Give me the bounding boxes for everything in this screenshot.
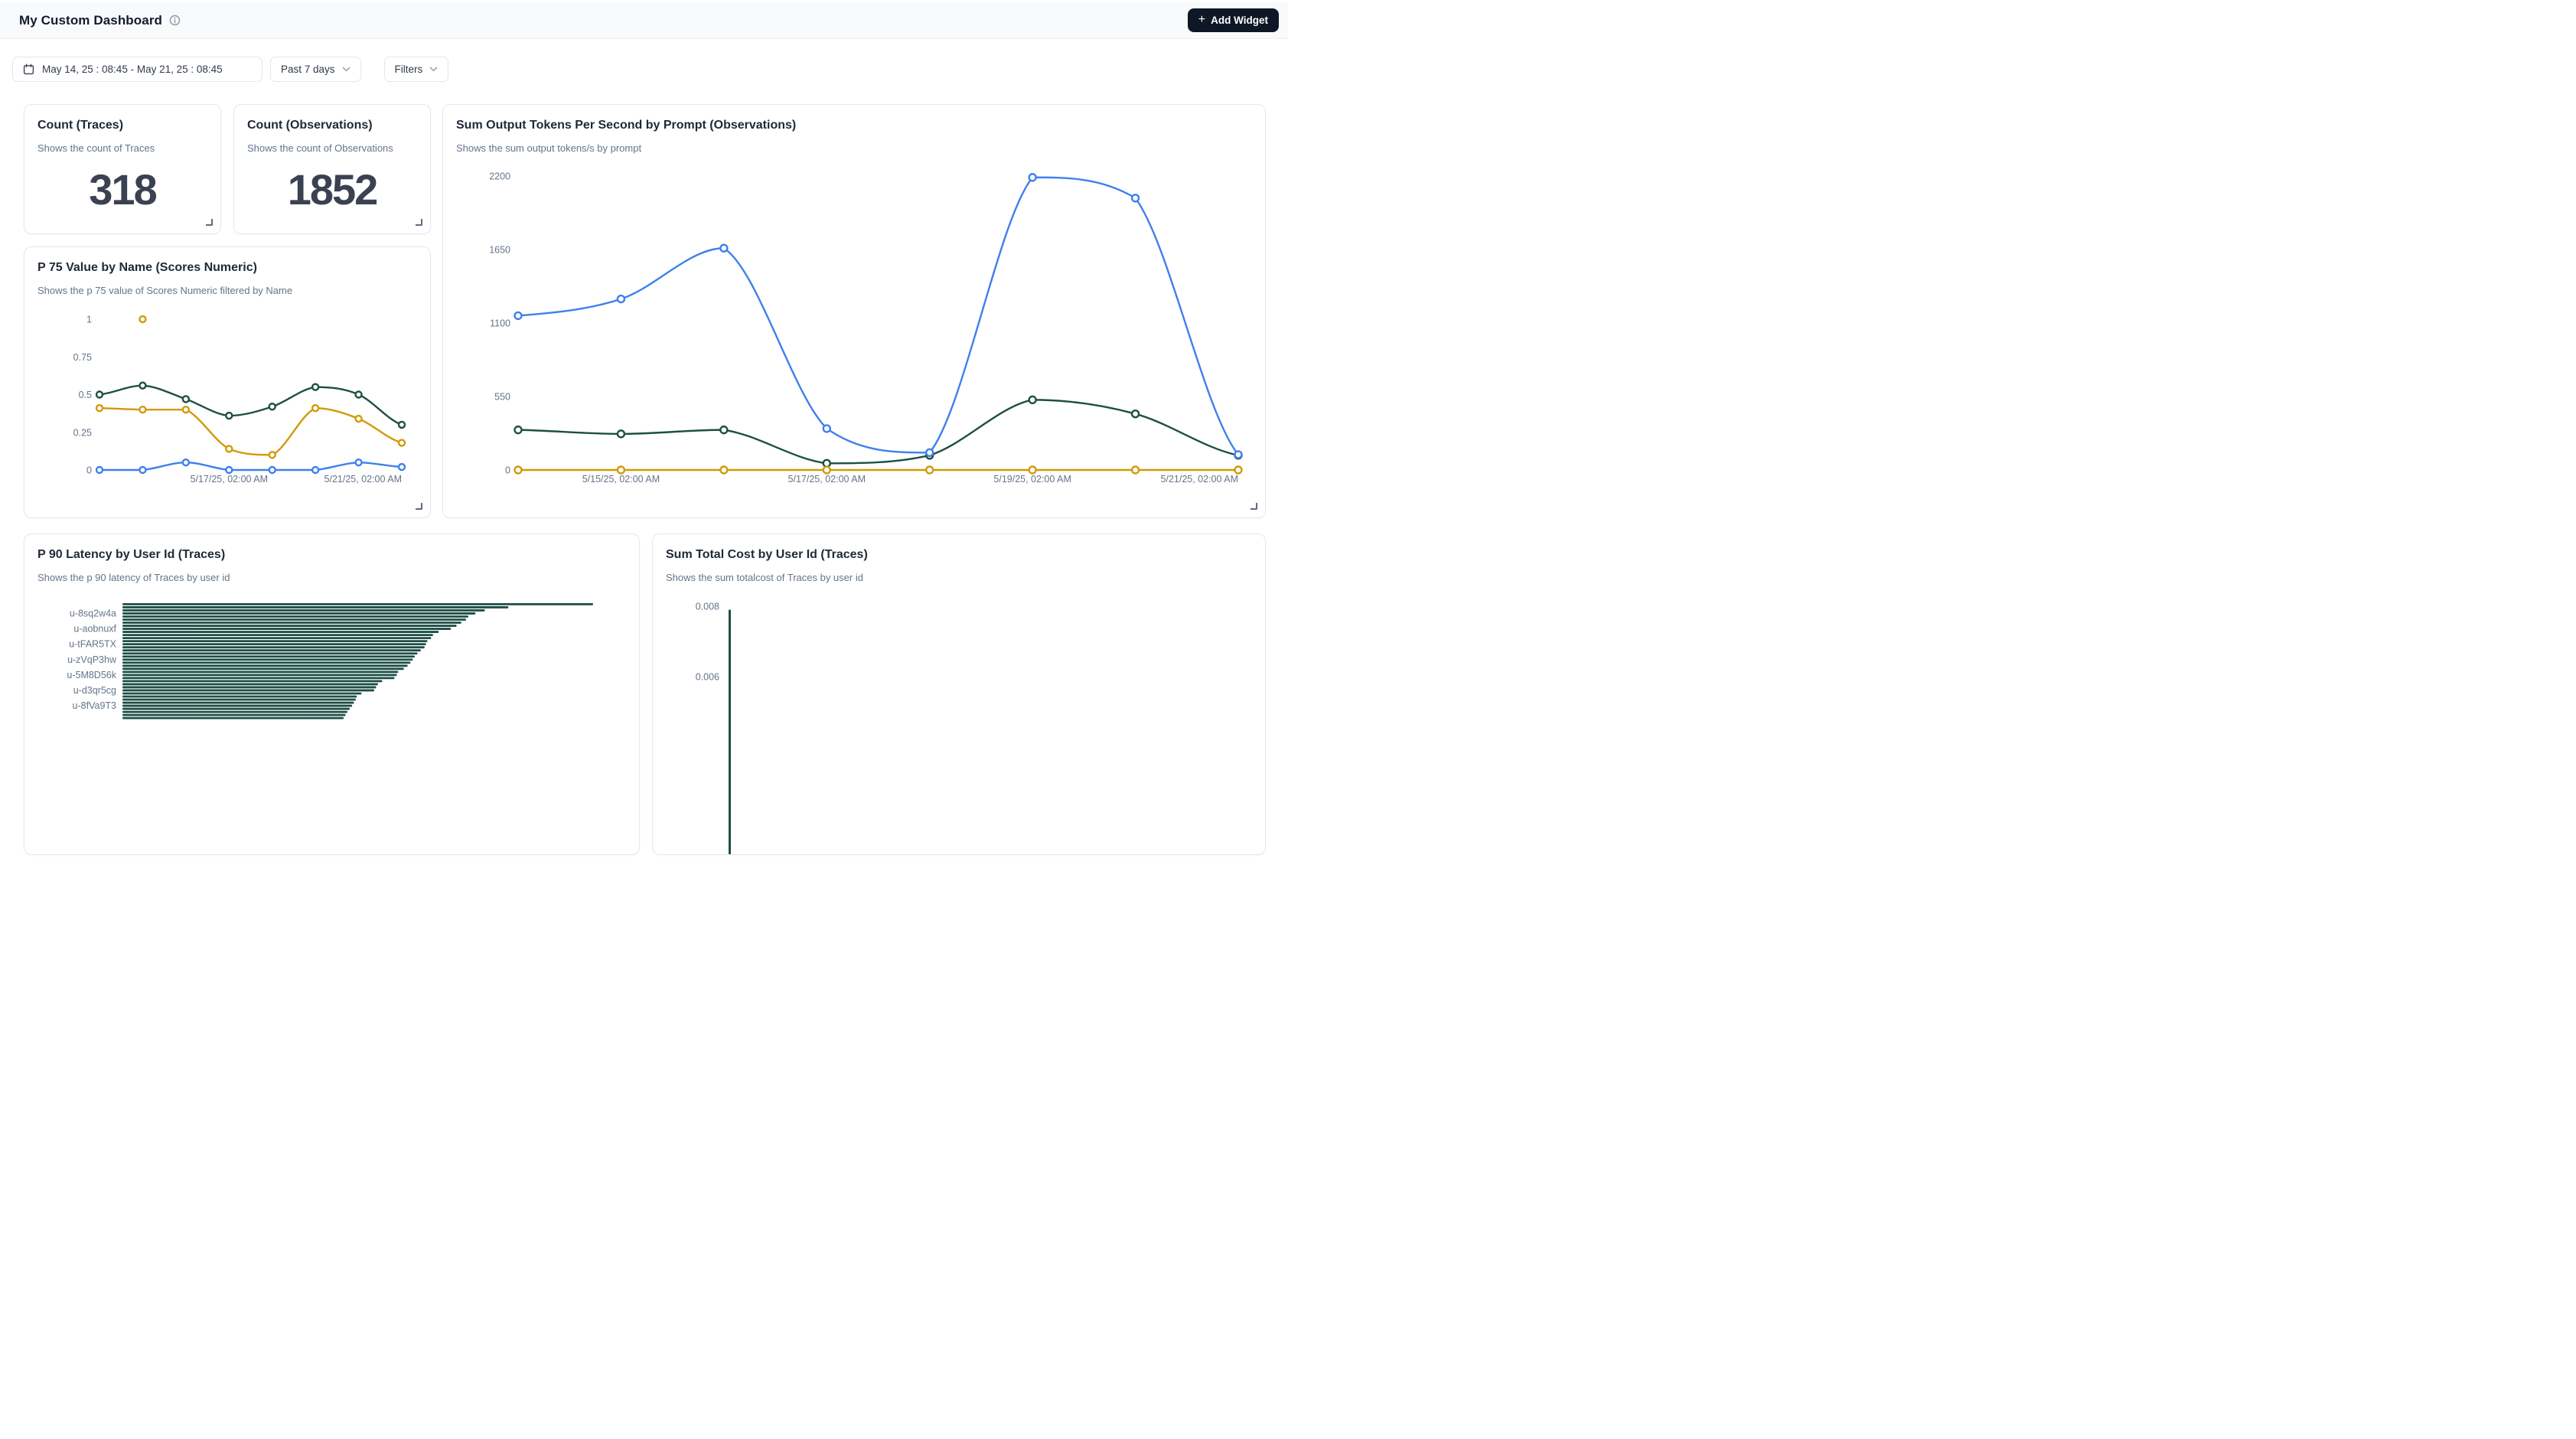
svg-text:1100: 1100	[490, 318, 510, 329]
plus-icon: +	[1198, 14, 1205, 26]
widget-subtitle: Shows the count of Traces	[37, 142, 210, 154]
svg-text:0: 0	[86, 465, 92, 476]
tokens-line-chart[interactable]: 0 550 1100 1650 2200 5/15/25, 02:00 AM 5/17/25…	[443, 105, 1265, 517]
info-icon[interactable]	[169, 15, 181, 26]
svg-text:0.008: 0.008	[696, 602, 719, 612]
svg-text:5/15/25, 02:00 AM: 5/15/25, 02:00 AM	[582, 474, 660, 485]
svg-text:5/17/25, 02:00 AM: 5/17/25, 02:00 AM	[788, 474, 866, 485]
widget-subtitle: Shows the count of Observations	[247, 142, 419, 154]
svg-text:1: 1	[86, 315, 92, 325]
svg-text:5/19/25, 02:00 AM: 5/19/25, 02:00 AM	[993, 474, 1071, 485]
add-widget-button[interactable]: + Add Widget	[1188, 8, 1279, 32]
widget-title: Count (Traces)	[37, 119, 210, 132]
filters-dropdown[interactable]: Filters	[384, 57, 449, 82]
resize-handle-icon[interactable]	[1251, 503, 1257, 510]
p75-line-chart[interactable]: 0 0.25 0.5 0.75 1 5/17/25, 02:00 AM 5/21/25, 0…	[24, 247, 430, 517]
svg-text:0.006: 0.006	[696, 672, 719, 683]
widget-p90-latency: P 90 Latency by User Id (Traces) Shows t…	[24, 534, 640, 855]
calendar-icon	[23, 64, 34, 75]
widget-p75-by-name: P 75 Value by Name (Scores Numeric) Show…	[24, 246, 431, 518]
svg-text:5/17/25, 02:00 AM: 5/17/25, 02:00 AM	[191, 474, 268, 485]
svg-text:u-5M8D56k: u-5M8D56k	[67, 670, 116, 680]
add-widget-label: Add Widget	[1211, 15, 1268, 26]
count-observations-value: 1852	[234, 165, 430, 214]
widget-title: Count (Observations)	[247, 119, 419, 132]
svg-text:0.5: 0.5	[79, 390, 92, 400]
svg-text:u-8sq2w4a: u-8sq2w4a	[70, 608, 116, 618]
svg-text:u-tFAR5TX: u-tFAR5TX	[69, 639, 116, 650]
svg-text:u-aobnuxf: u-aobnuxf	[73, 624, 116, 635]
count-traces-value: 318	[24, 165, 220, 214]
svg-text:u-d3qr5cg: u-d3qr5cg	[73, 685, 116, 696]
svg-text:5/21/25, 02:00 AM: 5/21/25, 02:00 AM	[1161, 474, 1238, 485]
svg-text:1650: 1650	[489, 245, 510, 256]
resize-handle-icon[interactable]	[206, 219, 213, 226]
date-range-value: May 14, 25 : 08:45 - May 21, 25 : 08:45	[42, 64, 223, 75]
cost-bar-chart[interactable]: 0.008 0.006	[653, 534, 1265, 854]
svg-text:5/21/25, 02:00 AM: 5/21/25, 02:00 AM	[324, 474, 402, 485]
page-title: My Custom Dashboard	[19, 13, 162, 28]
resize-handle-icon[interactable]	[416, 503, 422, 510]
filters-label: Filters	[395, 64, 423, 75]
toolbar: May 14, 25 : 08:45 - May 21, 25 : 08:45 …	[12, 57, 448, 82]
svg-text:0.25: 0.25	[73, 427, 92, 438]
chevron-down-icon	[342, 67, 351, 72]
widget-count-observations: Count (Observations) Shows the count of …	[233, 104, 431, 234]
chevron-down-icon	[429, 67, 438, 72]
svg-text:u-zVqP3hw: u-zVqP3hw	[67, 654, 117, 665]
resize-handle-icon[interactable]	[416, 219, 422, 226]
widget-count-traces: Count (Traces) Shows the count of Traces…	[24, 104, 221, 234]
p90-bar-chart[interactable]: u-8sq2w4a u-aobnuxf u-tFAR5TX u-zVqP3hw u-5M…	[24, 534, 639, 854]
svg-text:u-8fVa9T3: u-8fVa9T3	[73, 700, 116, 711]
svg-text:0: 0	[505, 465, 510, 476]
svg-text:550: 550	[494, 392, 510, 403]
date-range-picker[interactable]: May 14, 25 : 08:45 - May 21, 25 : 08:45	[12, 57, 262, 82]
widget-tokens-by-prompt: Sum Output Tokens Per Second by Prompt (…	[442, 104, 1266, 518]
range-preset-dropdown[interactable]: Past 7 days	[270, 57, 361, 82]
svg-text:2200: 2200	[489, 171, 510, 182]
svg-text:0.75: 0.75	[73, 352, 92, 363]
range-preset-value: Past 7 days	[281, 64, 335, 75]
widget-sum-cost: Sum Total Cost by User Id (Traces) Shows…	[652, 534, 1266, 855]
page-header: My Custom Dashboard + Add Widget	[0, 0, 1288, 39]
